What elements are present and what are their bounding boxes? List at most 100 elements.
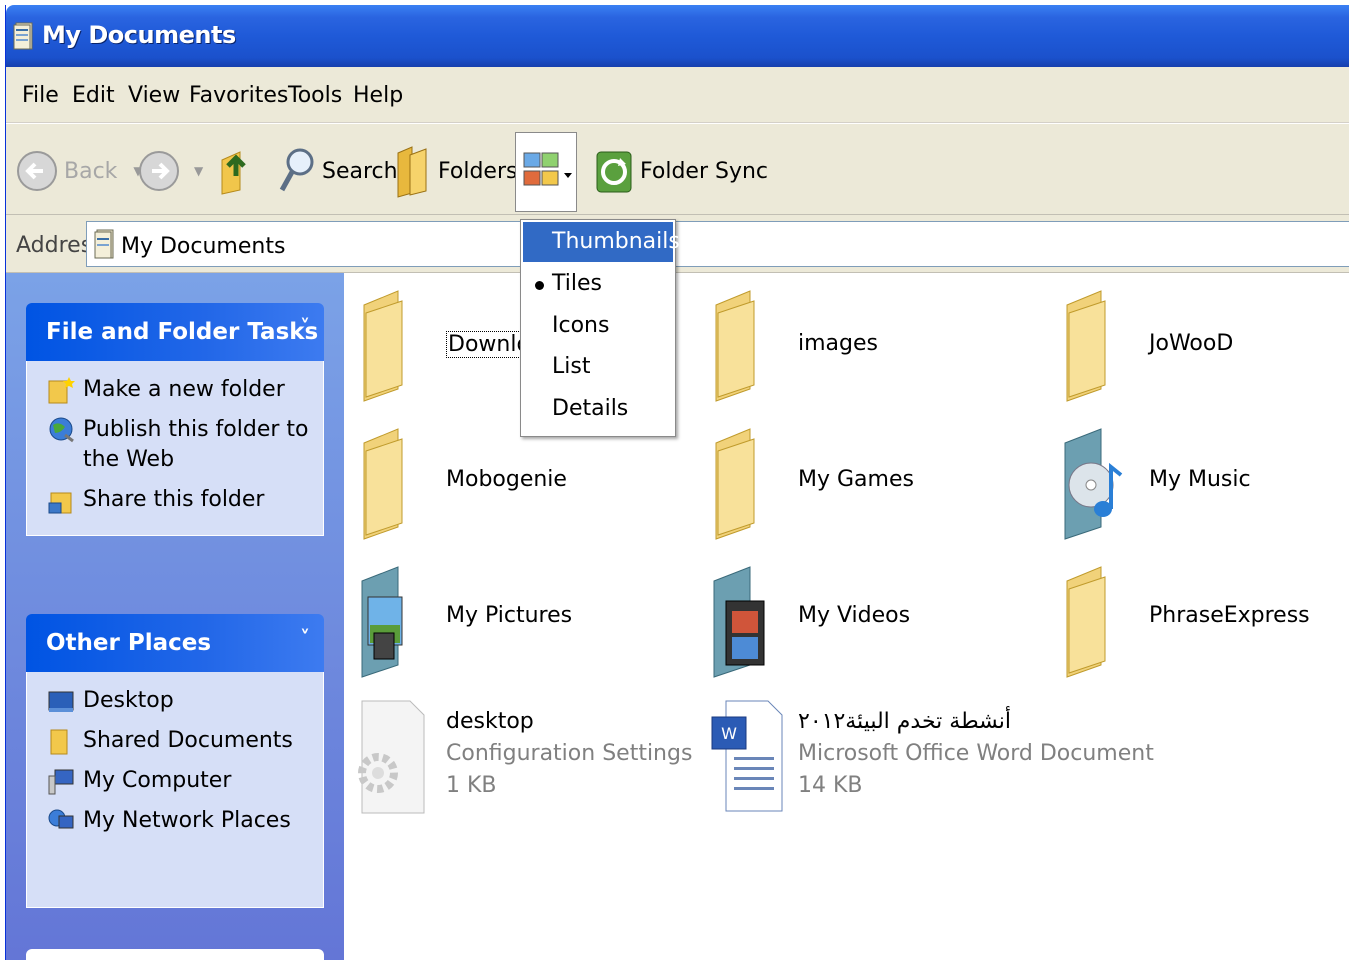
file-size: 14 KB: [798, 773, 863, 798]
task-pane: File and Folder Tasks ˅ Make a new folde…: [6, 273, 344, 960]
task-publish-web[interactable]: Publish this folder to the Web: [47, 415, 313, 475]
views-menu: Thumbnails Tiles Icons List Details: [520, 219, 680, 437]
up-folder-icon: [221, 151, 246, 195]
views-menu-details[interactable]: Details: [523, 389, 673, 429]
views-menu-tiles[interactable]: Tiles: [523, 264, 673, 304]
views-menu-thumbnails[interactable]: Thumbnails: [523, 222, 680, 262]
folder-icon: [363, 428, 403, 540]
search-button[interactable]: Search: [278, 140, 398, 202]
file-name: PhraseExpress: [1149, 603, 1310, 628]
folder-icon: [363, 290, 403, 402]
task-share-folder[interactable]: Share this folder: [47, 485, 313, 515]
views-menu-icons[interactable]: Icons: [523, 306, 673, 346]
file-name: images: [798, 331, 878, 356]
menu-edit[interactable]: Edit: [72, 83, 115, 108]
standard-toolbar: Back ▼ ▼ Search Folders Folder Sync: [6, 123, 1349, 215]
search-icon: [279, 148, 314, 192]
folders-label: Folders: [438, 158, 518, 184]
file-type: Configuration Settings: [446, 741, 693, 766]
views-menu-list[interactable]: List: [523, 347, 673, 387]
back-label: Back: [64, 158, 118, 184]
file-name: My Videos: [798, 603, 911, 628]
file-tile-jowood[interactable]: JoWooD: [1057, 285, 1349, 415]
views-icon: [523, 152, 572, 186]
collapse-chevron-icon[interactable]: ˅: [300, 315, 310, 339]
forward-button[interactable]: ▼: [138, 140, 203, 202]
file-tile-desktop-ini[interactable]: desktop Configuration Settings 1 KB: [354, 695, 694, 825]
menu-tools[interactable]: Tools: [288, 83, 342, 108]
other-places-panel: Other Places ˅ Desktop Shared Documents …: [26, 614, 324, 908]
pictures-folder-icon: [361, 566, 403, 678]
views-menu-label: Tiles: [552, 271, 602, 296]
details-header[interactable]: [26, 949, 324, 960]
file-list-view: Downloads images JoWooD Mobogenie My Gam…: [344, 273, 1349, 960]
views-menu-label: Details: [552, 396, 629, 421]
computer-icon: [48, 769, 74, 795]
folder-icon: [1066, 290, 1106, 402]
music-folder-icon: [1064, 428, 1123, 540]
folder-sync-icon: [596, 151, 632, 193]
config-file-icon: [358, 700, 425, 814]
place-desktop[interactable]: Desktop: [47, 686, 313, 716]
window-title: My Documents: [42, 21, 236, 49]
views-button[interactable]: [515, 132, 577, 212]
file-tile-my-videos[interactable]: My Videos: [706, 561, 1046, 691]
task-label: Publish this folder to the Web: [83, 417, 309, 472]
task-make-new-folder[interactable]: Make a new folder: [47, 375, 313, 405]
menu-view[interactable]: View: [128, 83, 180, 108]
back-arrow-icon: [17, 151, 57, 191]
file-folder-tasks-body: Make a new folder Publish this folder to…: [26, 361, 324, 536]
other-places-title: Other Places: [46, 630, 212, 656]
file-tile-phraseexpress[interactable]: PhraseExpress: [1057, 561, 1349, 691]
desktop-icon: [48, 691, 74, 712]
title-bar[interactable]: My Documents: [6, 5, 1349, 67]
menu-file[interactable]: File: [22, 83, 59, 108]
place-shared-documents[interactable]: Shared Documents: [47, 726, 313, 756]
globe-icon: [49, 417, 74, 443]
word-document-icon: W: [711, 700, 783, 812]
new-folder-icon: [48, 377, 75, 404]
folders-icon: [397, 146, 427, 198]
collapse-chevron-icon[interactable]: ˅: [300, 626, 310, 650]
file-tile-my-pictures[interactable]: My Pictures: [354, 561, 694, 691]
search-label: Search: [322, 158, 398, 184]
file-name: أنشطة تخدم البيئة٢٠١٢: [798, 709, 1011, 734]
folder-sync-button[interactable]: Folder Sync: [594, 140, 768, 202]
views-menu-label: List: [552, 354, 591, 379]
place-my-computer[interactable]: My Computer: [47, 766, 313, 796]
file-tile-word-document[interactable]: W أنشطة تخدم البيئة٢٠١٢ Microsoft Office…: [706, 695, 1154, 825]
my-documents-icon: [94, 229, 114, 259]
menu-help[interactable]: Help: [353, 83, 403, 108]
file-name: My Music: [1149, 467, 1251, 492]
folder-icon: [50, 729, 68, 755]
other-places-header[interactable]: Other Places ˅: [26, 614, 324, 672]
place-my-network-places[interactable]: My Network Places: [47, 806, 313, 836]
file-name: Mobogenie: [446, 467, 567, 492]
forward-dropdown-icon[interactable]: ▼: [194, 164, 203, 178]
folder-icon: [715, 290, 755, 402]
file-name: desktop: [446, 709, 534, 734]
task-label: Share this folder: [83, 487, 265, 512]
views-menu-label: Thumbnails: [552, 229, 680, 254]
place-label: Shared Documents: [83, 728, 293, 753]
file-tile-my-music[interactable]: My Music: [1057, 423, 1349, 553]
file-tile-my-games[interactable]: My Games: [706, 423, 1046, 553]
folder-sync-label: Folder Sync: [640, 158, 769, 184]
folder-icon: [1066, 566, 1106, 678]
views-menu-label: Icons: [552, 313, 610, 338]
folder-icon: [715, 428, 755, 540]
my-documents-icon: [13, 22, 33, 50]
network-places-icon: [48, 809, 74, 829]
folders-button[interactable]: Folders: [394, 140, 517, 202]
address-value: My Documents: [121, 234, 286, 259]
back-button[interactable]: Back ▼: [16, 140, 143, 202]
file-tile-mobogenie[interactable]: Mobogenie: [354, 423, 694, 553]
place-label: My Network Places: [83, 808, 291, 833]
menu-favorites[interactable]: Favorites: [189, 83, 288, 108]
place-label: My Computer: [83, 768, 232, 793]
file-folder-tasks-header[interactable]: File and Folder Tasks ˅: [26, 303, 324, 361]
address-field[interactable]: My Documents: [86, 221, 1349, 267]
file-tile-images[interactable]: images: [706, 285, 1046, 415]
explorer-window: My Documents File Edit View Favorites To…: [5, 5, 1349, 960]
up-folder-button[interactable]: [218, 140, 254, 202]
